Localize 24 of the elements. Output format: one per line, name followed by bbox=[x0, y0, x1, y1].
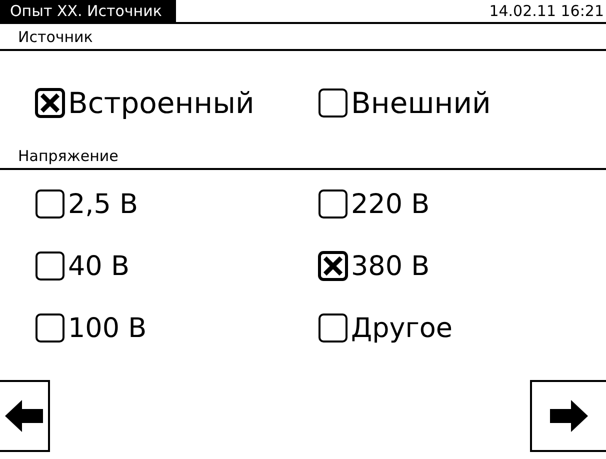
option-label: 100 В bbox=[68, 312, 147, 344]
checkbox[interactable] bbox=[35, 313, 65, 343]
section-label: Напряжение bbox=[18, 147, 118, 165]
checkbox[interactable] bbox=[318, 189, 348, 219]
next-button[interactable] bbox=[530, 380, 606, 452]
option-label: Другое bbox=[351, 312, 453, 344]
checkbox[interactable] bbox=[35, 88, 65, 118]
checkbox[interactable] bbox=[318, 251, 348, 281]
section-label: Источник bbox=[18, 28, 93, 46]
option-label: 2,5 В bbox=[68, 188, 138, 220]
checkbox[interactable] bbox=[318, 88, 348, 118]
screen-title: Опыт XX. Источник bbox=[0, 0, 176, 22]
right-arrow-icon bbox=[549, 399, 589, 433]
option-label: Встроенный bbox=[68, 86, 254, 120]
option-label: 220 В bbox=[351, 188, 430, 220]
checkbox[interactable] bbox=[35, 189, 65, 219]
checkbox[interactable] bbox=[318, 313, 348, 343]
option-label: Внешний bbox=[351, 86, 491, 120]
left-arrow-icon bbox=[4, 399, 44, 433]
checkbox[interactable] bbox=[35, 251, 65, 281]
date-time: 14.02.11 16:21 bbox=[489, 2, 604, 20]
back-button[interactable] bbox=[0, 380, 50, 452]
option-label: 40 В bbox=[68, 250, 130, 282]
option-label: 380 В bbox=[351, 250, 430, 282]
